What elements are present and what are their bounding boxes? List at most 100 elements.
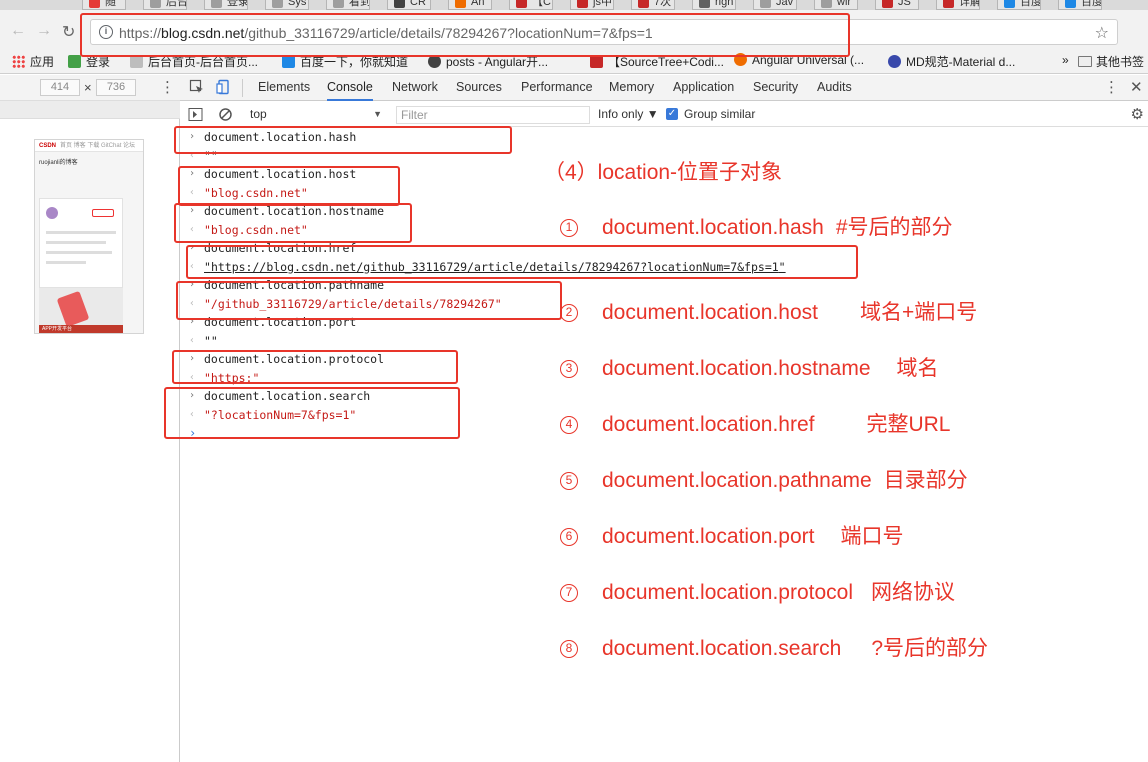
- bookmark-item[interactable]: Angular Universal (...: [734, 53, 864, 67]
- tab-console[interactable]: Console: [327, 75, 373, 101]
- tab-label: JS: [898, 0, 911, 8]
- result-chevron-icon: ‹: [189, 334, 196, 346]
- device-menu-icon[interactable]: ⋮: [160, 78, 175, 96]
- annotation-property: document.location.protocol: [602, 581, 853, 604]
- address-url[interactable]: https://blog.csdn.net/github_33116729/ar…: [119, 25, 653, 41]
- gear-icon[interactable]: ⚙: [1131, 105, 1144, 123]
- log-levels-select[interactable]: Info only ▼: [598, 107, 659, 121]
- follow-button[interactable]: [92, 209, 114, 217]
- bookmark-item[interactable]: 百度一下，你就知道: [282, 53, 408, 70]
- bookmark-item[interactable]: posts - Angular开...: [428, 53, 548, 70]
- info-icon[interactable]: i: [99, 25, 113, 39]
- context-select[interactable]: top ▼: [250, 106, 384, 123]
- device-height-input[interactable]: 736: [96, 79, 136, 96]
- phone-stat-line: [46, 261, 86, 264]
- browser-tab[interactable]: righ: [692, 0, 736, 10]
- bookmark-item[interactable]: 后台首页-后台首页...: [130, 53, 258, 70]
- reload-icon[interactable]: ↻: [62, 22, 75, 42]
- tab-network[interactable]: Network: [392, 75, 438, 101]
- annotation-number: 3: [560, 360, 578, 378]
- browser-tab[interactable]: 7次: [631, 0, 675, 10]
- console-input-line[interactable]: › document.location.pathname: [180, 276, 1148, 295]
- browser-tab[interactable]: 百度: [1058, 0, 1102, 10]
- bookmark-item[interactable]: 应用: [12, 53, 54, 70]
- group-similar-checkbox[interactable]: ✓: [666, 108, 678, 120]
- close-icon[interactable]: ✕: [1130, 78, 1143, 96]
- back-arrow-icon[interactable]: ←: [10, 22, 26, 40]
- console-input-line[interactable]: › document.location.search: [180, 387, 1148, 406]
- sidebar-toggle-icon[interactable]: [188, 107, 203, 122]
- browser-tab[interactable]: 后台: [143, 0, 187, 10]
- tab-elements[interactable]: Elements: [258, 75, 310, 101]
- forward-arrow-icon[interactable]: →: [36, 22, 52, 40]
- tab-security[interactable]: Security: [753, 75, 798, 101]
- console-result-line[interactable]: ‹ https://blog.csdn.net/github_33116729/a…: [180, 258, 1148, 277]
- bookmark-item[interactable]: MD规范-Material d...: [888, 53, 1015, 70]
- ui-icon: [888, 55, 901, 68]
- console-input-line[interactable]: › document.location.href: [180, 239, 1148, 258]
- tab-sources[interactable]: Sources: [456, 75, 502, 101]
- browser-tab[interactable]: Jav: [753, 0, 797, 10]
- console-result-line[interactable]: ‹ "blog.csdn.net": [180, 184, 1148, 203]
- console-filter-input[interactable]: Filter: [396, 106, 590, 124]
- console-result-line[interactable]: ‹ "": [180, 332, 1148, 351]
- browser-tab[interactable]: 【C: [509, 0, 553, 10]
- bookmark-star-icon[interactable]: ☆: [1095, 23, 1109, 43]
- browser-tab[interactable]: JS: [875, 0, 919, 10]
- tab-label: 登录: [227, 0, 248, 8]
- bookmark-item[interactable]: 【SourceTree+Codi...: [590, 53, 724, 70]
- annotation-description: 网络协议: [871, 581, 955, 604]
- address-bar[interactable]: i https://blog.csdn.net/github_33116729/…: [90, 19, 1118, 45]
- other-bookmarks-folder[interactable]: 其他书签: [1078, 53, 1144, 70]
- device-toggle-icon[interactable]: [216, 79, 232, 95]
- device-ruler: [0, 101, 180, 119]
- device-width-input[interactable]: 414: [40, 79, 80, 96]
- console-value: "/github_33116729/article/details/782942…: [204, 296, 502, 311]
- h-logo-icon: [68, 55, 81, 68]
- tab-label: 后台: [166, 0, 187, 8]
- browser-tab[interactable]: 详解: [936, 0, 980, 10]
- dimension-separator: ×: [84, 80, 92, 95]
- annotation-number: 7: [560, 584, 578, 602]
- browser-tab[interactable]: 随: [82, 0, 126, 10]
- annotation-item: 3 document.location.hostname 域名: [560, 352, 939, 382]
- result-chevron-icon: ‹: [189, 149, 196, 161]
- tab-label: 7次: [654, 0, 672, 8]
- tabbar-divider: [242, 79, 243, 97]
- console-value: "https:": [204, 370, 260, 385]
- phone-promo-banner[interactable]: APP开发平台: [39, 288, 123, 333]
- browser-tab[interactable]: Sys: [265, 0, 309, 10]
- csdn-icon: [590, 55, 603, 68]
- result-chevron-icon: ‹: [189, 371, 196, 383]
- result-chevron-icon: ‹: [189, 260, 196, 272]
- annotation-item: 2 document.location.host 域名+端口号: [560, 296, 977, 326]
- console-value[interactable]: https://blog.csdn.net/github_33116729/ar…: [204, 258, 786, 276]
- favicon-icon: [394, 0, 405, 8]
- tab-memory[interactable]: Memory: [609, 75, 654, 101]
- browser-tab[interactable]: wir: [814, 0, 858, 10]
- prompt-chevron-icon: ›: [189, 426, 197, 440]
- clear-console-icon[interactable]: [218, 107, 233, 122]
- favicon-icon: [516, 0, 527, 8]
- bookmarks-overflow-button[interactable]: »: [1062, 53, 1069, 67]
- bookmark-item[interactable]: 登录: [68, 53, 110, 70]
- browser-tab[interactable]: js中: [570, 0, 614, 10]
- tab-performance[interactable]: Performance: [521, 75, 593, 101]
- tab-audits[interactable]: Audits: [817, 75, 852, 101]
- devtools-menu-icon[interactable]: ⋮: [1104, 78, 1119, 96]
- annotation-number: 8: [560, 640, 578, 658]
- browser-tab[interactable]: CR: [387, 0, 431, 10]
- browser-tab[interactable]: 百度: [997, 0, 1041, 10]
- tab-application[interactable]: Application: [673, 75, 734, 101]
- annotation-number: 6: [560, 528, 578, 546]
- console-value: "blog.csdn.net": [204, 185, 308, 200]
- browser-tab[interactable]: 登录: [204, 0, 248, 10]
- inspect-element-icon[interactable]: [189, 79, 205, 95]
- browser-tab[interactable]: An: [448, 0, 492, 10]
- device-viewport[interactable]: CSDN 首页 博客 下载 GitChat 论坛 ruojianli的博客 APP…: [34, 139, 144, 334]
- browser-tab[interactable]: 看到: [326, 0, 370, 10]
- console-value: "": [204, 333, 218, 348]
- browser-toolbar: ← → ↻ i https://blog.csdn.net/github_331…: [0, 10, 1148, 48]
- reddit-icon: [734, 53, 747, 66]
- console-input-line[interactable]: › document.location.hash: [180, 128, 1148, 147]
